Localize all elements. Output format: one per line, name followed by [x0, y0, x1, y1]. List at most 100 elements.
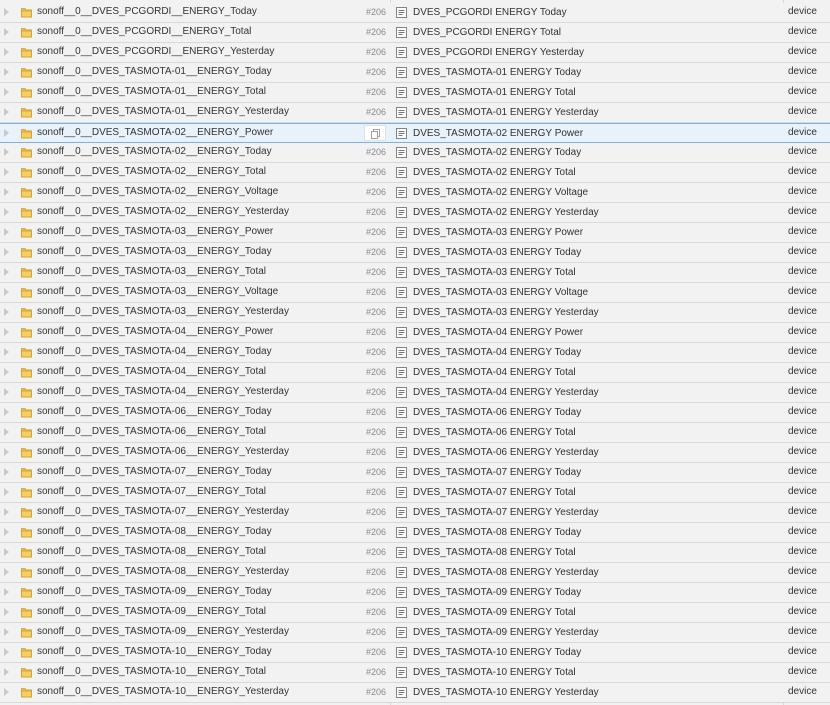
expand-triangle-icon[interactable] [4, 568, 9, 576]
expand-triangle-icon[interactable] [4, 68, 9, 76]
tree-row[interactable]: sonoff__0__DVES_TASMOTA-08__ENERGY_Total… [0, 543, 830, 563]
object-id: sonoff__0__DVES_TASMOTA-03__ENERGY_Power [37, 226, 274, 237]
object-name: DVES_TASMOTA-03 ENERGY Yesterday [413, 307, 599, 318]
object-type: device [788, 406, 817, 417]
tree-row[interactable]: sonoff__0__DVES_TASMOTA-08__ENERGY_Yeste… [0, 563, 830, 583]
expand-triangle-icon[interactable] [4, 668, 9, 676]
copy-icon [371, 129, 380, 139]
expand-triangle-icon[interactable] [4, 348, 9, 356]
expand-triangle-icon[interactable] [4, 268, 9, 276]
tree-row[interactable]: sonoff__0__DVES_PCGORDI__ENERGY_Total #2… [0, 23, 830, 43]
folder-icon [21, 368, 32, 378]
tree-row[interactable]: sonoff__0__DVES_TASMOTA-09__ENERGY_Today… [0, 583, 830, 603]
expand-triangle-icon[interactable] [4, 388, 9, 396]
expand-triangle-icon[interactable] [4, 328, 9, 336]
object-name: DVES_TASMOTA-06 ENERGY Total [413, 427, 576, 438]
tree-row[interactable]: sonoff__0__DVES_TASMOTA-06__ENERGY_Total… [0, 423, 830, 443]
tree-row[interactable]: sonoff__0__DVES_TASMOTA-07__ENERGY_Today… [0, 463, 830, 483]
expand-triangle-icon[interactable] [4, 188, 9, 196]
expand-triangle-icon[interactable] [4, 588, 9, 596]
folder-icon [21, 588, 32, 598]
object-type: device [788, 386, 817, 397]
tree-row[interactable]: sonoff__0__DVES_TASMOTA-02__ENERGY_Today… [0, 143, 830, 163]
expand-triangle-icon[interactable] [4, 8, 9, 16]
expand-triangle-icon[interactable] [4, 88, 9, 96]
tree-row[interactable]: sonoff__0__DVES_TASMOTA-04__ENERGY_Yeste… [0, 383, 830, 403]
tree-row[interactable]: sonoff__0__DVES_TASMOTA-03__ENERGY_Total… [0, 263, 830, 283]
state-object-icon [396, 7, 407, 18]
expand-triangle-icon[interactable] [4, 108, 9, 116]
expand-triangle-icon[interactable] [4, 129, 9, 137]
tree-row[interactable]: sonoff__0__DVES_TASMOTA-02__ENERGY_Volta… [0, 183, 830, 203]
tree-row-selected[interactable]: sonoff__0__DVES_TASMOTA-02__ENERGY_Power… [0, 123, 830, 143]
state-object-icon [396, 647, 407, 658]
expand-triangle-icon[interactable] [4, 228, 9, 236]
expand-triangle-icon[interactable] [4, 148, 9, 156]
expand-triangle-icon[interactable] [4, 208, 9, 216]
object-type: device [788, 66, 817, 77]
object-id: sonoff__0__DVES_TASMOTA-02__ENERGY_Total [37, 166, 267, 177]
tree-row[interactable]: sonoff__0__DVES_TASMOTA-04__ENERGY_Total… [0, 363, 830, 383]
expand-triangle-icon[interactable] [4, 368, 9, 376]
expand-triangle-icon[interactable] [4, 288, 9, 296]
expand-triangle-icon[interactable] [4, 428, 9, 436]
tree-row[interactable]: sonoff__0__DVES_TASMOTA-02__ENERGY_Total… [0, 163, 830, 183]
object-name: DVES_TASMOTA-03 ENERGY Power [413, 227, 584, 238]
expand-triangle-icon[interactable] [4, 408, 9, 416]
count-badge: #206 [365, 287, 386, 297]
tree-row[interactable]: sonoff__0__DVES_TASMOTA-10__ENERGY_Yeste… [0, 683, 830, 703]
tree-row[interactable]: sonoff__0__DVES_TASMOTA-01__ENERGY_Total… [0, 83, 830, 103]
expand-triangle-icon[interactable] [4, 548, 9, 556]
tree-row[interactable]: sonoff__0__DVES_TASMOTA-06__ENERGY_Today… [0, 403, 830, 423]
tree-row[interactable]: sonoff__0__DVES_TASMOTA-03__ENERGY_Volta… [0, 283, 830, 303]
tree-row[interactable]: sonoff__0__DVES_TASMOTA-01__ENERGY_Today… [0, 63, 830, 83]
folder-icon [21, 448, 32, 458]
expand-triangle-icon[interactable] [4, 48, 9, 56]
object-id: sonoff__0__DVES_TASMOTA-09__ENERGY_Today [37, 586, 272, 597]
expand-triangle-icon[interactable] [4, 448, 9, 456]
state-object-icon [396, 607, 407, 618]
folder-icon [21, 88, 32, 98]
tree-row[interactable]: sonoff__0__DVES_TASMOTA-10__ENERGY_Total… [0, 663, 830, 683]
expand-triangle-icon[interactable] [4, 608, 9, 616]
tree-row[interactable]: sonoff__0__DVES_PCGORDI__ENERGY_Today #2… [0, 3, 830, 23]
tree-row[interactable]: sonoff__0__DVES_TASMOTA-07__ENERGY_Yeste… [0, 503, 830, 523]
tree-row[interactable]: sonoff__0__DVES_PCGORDI__ENERGY_Yesterda… [0, 43, 830, 63]
object-name: DVES_TASMOTA-04 ENERGY Total [413, 367, 576, 378]
copy-button[interactable] [364, 125, 386, 141]
expand-triangle-icon[interactable] [4, 28, 9, 36]
tree-row[interactable]: sonoff__0__DVES_TASMOTA-09__ENERGY_Total… [0, 603, 830, 623]
tree-row[interactable]: sonoff__0__DVES_TASMOTA-03__ENERGY_Power… [0, 223, 830, 243]
expand-triangle-icon[interactable] [4, 488, 9, 496]
expand-triangle-icon[interactable] [4, 528, 9, 536]
folder-icon [21, 428, 32, 438]
expand-triangle-icon[interactable] [4, 168, 9, 176]
expand-triangle-icon[interactable] [4, 468, 9, 476]
expand-triangle-icon[interactable] [4, 628, 9, 636]
expand-triangle-icon[interactable] [4, 308, 9, 316]
state-object-icon [396, 207, 407, 218]
tree-row[interactable]: sonoff__0__DVES_TASMOTA-03__ENERGY_Yeste… [0, 303, 830, 323]
tree-row[interactable]: sonoff__0__DVES_TASMOTA-07__ENERGY_Total… [0, 483, 830, 503]
object-name: DVES_TASMOTA-09 ENERGY Yesterday [413, 627, 599, 638]
expand-triangle-icon[interactable] [4, 648, 9, 656]
object-name: DVES_TASMOTA-09 ENERGY Today [413, 587, 582, 598]
object-name: DVES_TASMOTA-01 ENERGY Today [413, 67, 582, 78]
tree-row[interactable]: sonoff__0__DVES_TASMOTA-06__ENERGY_Yeste… [0, 443, 830, 463]
expand-triangle-icon[interactable] [4, 508, 9, 516]
expand-triangle-icon[interactable] [4, 688, 9, 696]
object-type: device [788, 366, 817, 377]
tree-row[interactable]: sonoff__0__DVES_TASMOTA-10__ENERGY_Today… [0, 643, 830, 663]
tree-row[interactable]: sonoff__0__DVES_TASMOTA-01__ENERGY_Yeste… [0, 103, 830, 123]
object-type: device [788, 446, 817, 457]
expand-triangle-icon[interactable] [4, 248, 9, 256]
tree-row[interactable]: sonoff__0__DVES_TASMOTA-04__ENERGY_Power… [0, 323, 830, 343]
tree-row[interactable]: sonoff__0__DVES_TASMOTA-08__ENERGY_Today… [0, 523, 830, 543]
tree-row[interactable]: sonoff__0__DVES_TASMOTA-04__ENERGY_Today… [0, 343, 830, 363]
object-type: device [788, 586, 817, 597]
state-object-icon [396, 687, 407, 698]
object-type: device [788, 466, 817, 477]
tree-row[interactable]: sonoff__0__DVES_TASMOTA-03__ENERGY_Today… [0, 243, 830, 263]
tree-row[interactable]: sonoff__0__DVES_TASMOTA-02__ENERGY_Yeste… [0, 203, 830, 223]
tree-row[interactable]: sonoff__0__DVES_TASMOTA-09__ENERGY_Yeste… [0, 623, 830, 643]
